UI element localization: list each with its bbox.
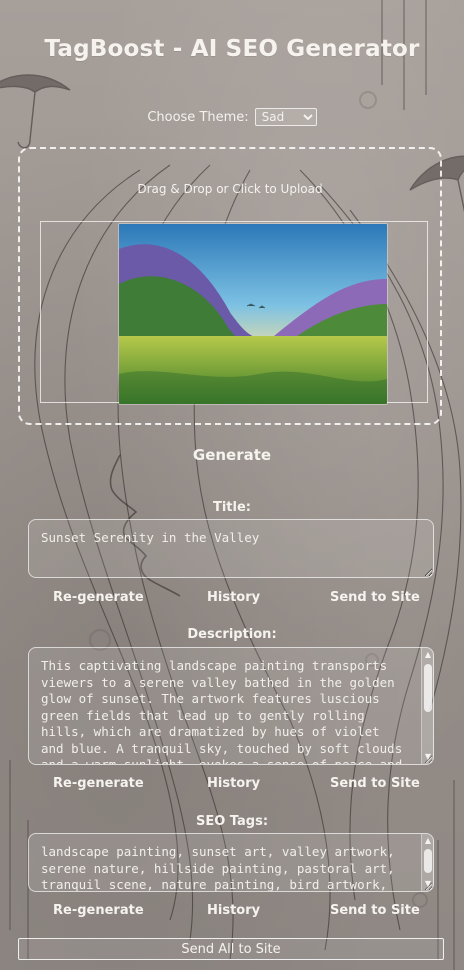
description-regenerate-button[interactable]: Re-generate (53, 776, 144, 791)
description-send-to-site-button[interactable]: Send to Site (330, 776, 420, 791)
uploaded-image-preview (119, 224, 387, 404)
upload-hint: Drag & Drop or Click to Upload (137, 182, 323, 196)
title-history-button[interactable]: History (207, 590, 260, 605)
image-preview-frame (40, 221, 428, 404)
title-output[interactable]: Sunset Serenity in the Valley (28, 519, 434, 578)
seo-tags-history-button[interactable]: History (207, 903, 260, 918)
scroll-down-icon[interactable]: ▼ (423, 879, 433, 889)
description-history-button[interactable]: History (207, 776, 260, 791)
scrollbar-thumb[interactable] (424, 849, 432, 873)
theme-dropdown[interactable]: Sad (254, 108, 317, 126)
seo-tags-send-to-site-button[interactable]: Send to Site (330, 903, 420, 918)
scroll-up-icon[interactable]: ▲ (423, 836, 433, 846)
title-actions: Re-generate History Send to Site (0, 590, 464, 608)
description-scrollbar[interactable]: ▲ ▼ (421, 648, 434, 764)
description-heading: Description: (187, 627, 277, 642)
title-send-to-site-button[interactable]: Send to Site (330, 590, 420, 605)
theme-label: Choose Theme: (147, 109, 249, 125)
title-heading: Title: (212, 500, 251, 515)
seo-tags-heading: SEO Tags: (195, 814, 269, 829)
description-output[interactable]: This captivating landscape painting tran… (28, 647, 434, 765)
seo-tags-actions: Re-generate History Send to Site (0, 903, 464, 921)
landscape-image (119, 224, 387, 404)
description-actions: Re-generate History Send to Site (0, 776, 464, 794)
generate-button[interactable]: Generate (187, 446, 277, 464)
theme-selector: Choose Theme: Sad (0, 108, 464, 126)
upload-dropzone[interactable]: Drag & Drop or Click to Upload (18, 147, 442, 425)
send-all-to-site-button[interactable]: Send All to Site (18, 938, 444, 960)
seo-tags-scrollbar[interactable]: ▲ ▼ (421, 834, 434, 891)
title-regenerate-button[interactable]: Re-generate (53, 590, 144, 605)
scroll-down-icon[interactable]: ▼ (423, 752, 433, 762)
seo-tags-regenerate-button[interactable]: Re-generate (53, 903, 144, 918)
scrollbar-thumb[interactable] (424, 664, 432, 712)
page-title: TagBoost - AI SEO Generator (44, 36, 420, 62)
seo-tags-output[interactable]: landscape painting, sunset art, valley a… (28, 833, 434, 892)
scroll-up-icon[interactable]: ▲ (423, 650, 433, 660)
